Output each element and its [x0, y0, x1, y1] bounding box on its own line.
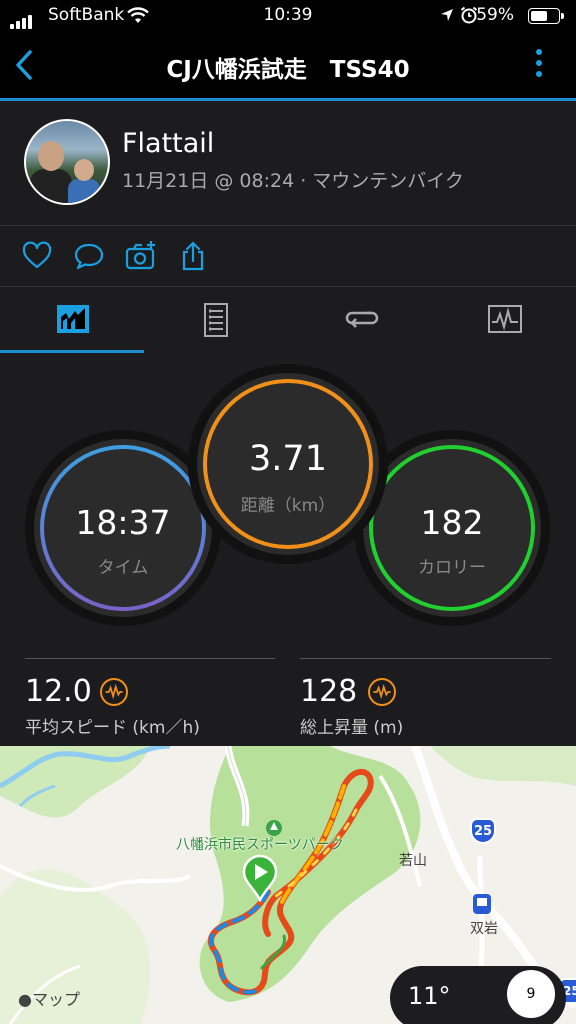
distance-value: 3.71	[249, 439, 327, 479]
time-value: 18:37	[75, 503, 171, 542]
activity-meta: 11月21日 @ 08:24 · マウンテンバイク	[122, 170, 464, 192]
calories-label: カロリー	[418, 558, 486, 578]
tab-laps[interactable]	[288, 287, 432, 353]
battery-icon	[528, 8, 564, 24]
elevation-metric: 128 総上昇量 (m)	[300, 658, 551, 738]
user-name[interactable]: Flattail	[122, 128, 214, 159]
action-bar	[0, 226, 576, 287]
camera-icon[interactable]	[125, 240, 157, 272]
activity-title: CJ八幡浜試走 TSS40	[166, 57, 410, 83]
status-bar: SoftBank 10:39 59%	[0, 0, 576, 32]
park-label: 八幡浜市民スポーツパーク	[176, 837, 344, 853]
laps-tab-icon	[345, 311, 379, 328]
profile-header: Flattail 11月21日 @ 08:24 · マウンテンバイク	[0, 101, 576, 226]
performance-icon	[100, 678, 128, 706]
avg-speed-metric: 12.0 平均スピード (km／h)	[25, 658, 275, 738]
location-icon	[441, 9, 453, 21]
more-menu-icon[interactable]	[534, 46, 544, 84]
route-shield: 25	[470, 818, 496, 844]
start-pin-icon	[242, 854, 278, 902]
wind-speed: 9	[526, 986, 536, 1002]
elevation-label: 総上昇量 (m)	[300, 718, 404, 738]
town-label: 双岩	[470, 921, 498, 937]
battery-percent: 59%	[476, 5, 514, 25]
time-label: タイム	[97, 558, 149, 578]
details-tab-icon	[204, 303, 228, 337]
avg-speed-value: 12.0	[25, 674, 92, 709]
comment-icon[interactable]	[73, 240, 105, 272]
temperature: 11°	[408, 982, 451, 1010]
calories-stat: 182 カロリー	[363, 439, 541, 617]
tab-stats[interactable]	[0, 287, 144, 353]
performance-icon	[368, 678, 396, 706]
share-icon[interactable]	[177, 240, 209, 272]
map-attribution: ●マップ	[18, 990, 80, 1009]
calories-value: 182	[420, 503, 484, 542]
distance-label: 距離（km）	[240, 496, 336, 516]
weather-widget: 11° 9	[390, 966, 566, 1024]
tab-details[interactable]	[144, 287, 288, 353]
elevation-value: 128	[300, 674, 358, 709]
distance-stat: 3.71 距離（km）	[197, 373, 379, 555]
stats-tab-icon	[57, 305, 89, 333]
avatar[interactable]	[24, 119, 110, 205]
town-label: 若山	[399, 853, 427, 869]
apple-logo-icon: ●	[18, 990, 32, 1009]
nav-bar: CJ八幡浜試走 TSS40	[0, 32, 576, 98]
time-stat: 18:37 タイム	[34, 439, 212, 617]
avg-speed-label: 平均スピード (km／h)	[25, 718, 200, 738]
wind-indicator: 9	[507, 970, 555, 1018]
stats-summary: 18:37 タイム 182 カロリー 3.71 距離（km） 12.0 平均スピ…	[0, 353, 576, 746]
route-map[interactable]: 八幡浜市民スポーツパーク 若山 双岩 25 25 ●マップ 11° 9	[0, 746, 576, 1024]
tab-bar	[0, 287, 576, 353]
tab-charts[interactable]	[432, 287, 576, 353]
heart-icon[interactable]	[21, 240, 53, 272]
chart-tab-icon	[488, 305, 522, 333]
